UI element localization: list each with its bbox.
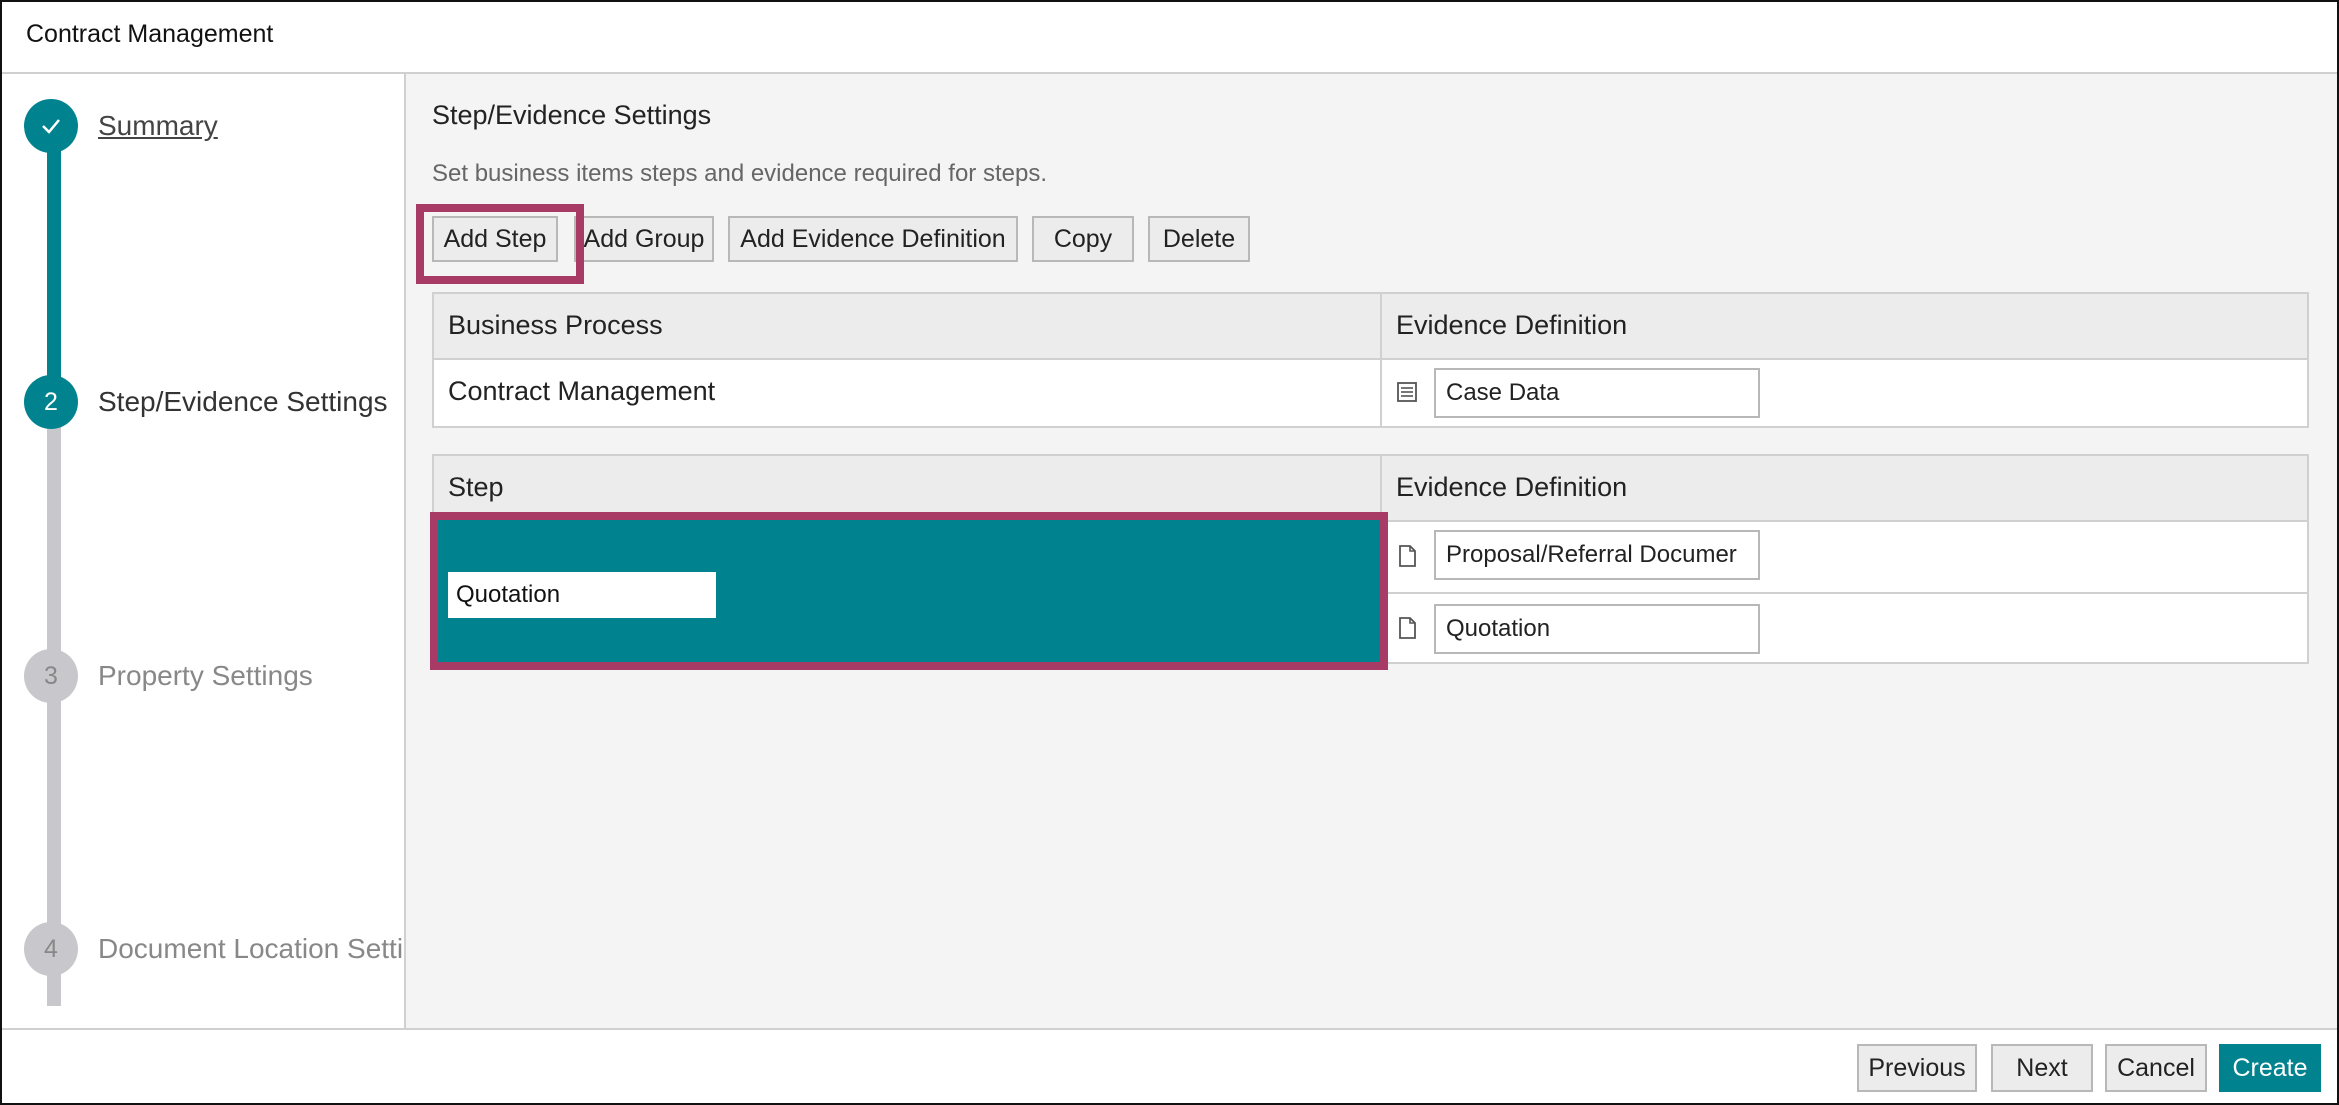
row-divider — [1380, 592, 2307, 594]
wizard-step-step-evidence-settings[interactable]: 2 Step/Evidence Settings — [24, 375, 388, 429]
wizard-step-document-location-settings[interactable]: 4 Document Location Setti — [24, 922, 403, 976]
check-icon — [42, 119, 60, 134]
create-button[interactable]: Create — [2219, 1044, 2321, 1092]
page-description: Set business items steps and evidence re… — [432, 160, 1047, 187]
document-icon — [1399, 617, 1416, 639]
add-evidence-definition-button[interactable]: Add Evidence Definition — [728, 216, 1018, 262]
main-content: Step/Evidence Settings Set business item… — [406, 74, 2337, 1030]
step-table: Step Evidence Definition Proposal/Referr… — [432, 454, 2309, 664]
evidence-definition-field[interactable]: Case Data — [1434, 368, 1760, 418]
wizard-step-label: Property Settings — [98, 660, 313, 691]
wizard-step-label[interactable]: Summary — [98, 110, 218, 142]
wizard-step-property-settings[interactable]: 3 Property Settings — [24, 649, 313, 703]
step-complete-indicator — [24, 99, 78, 153]
evidence-definition-field[interactable]: Proposal/Referral Documer — [1434, 530, 1760, 580]
next-button[interactable]: Next — [1991, 1044, 2093, 1092]
column-divider — [1380, 456, 1382, 662]
wizard-step-label: Document Location Setti — [98, 933, 404, 964]
wizard-progress-rail-complete — [47, 126, 61, 416]
add-step-button[interactable]: Add Step — [432, 216, 558, 262]
business-process-name: Contract Management — [448, 376, 716, 406]
document-icon — [1399, 545, 1416, 567]
title-bar: Contract Management — [2, 2, 2337, 74]
cancel-button[interactable]: Cancel — [2105, 1044, 2207, 1092]
table-header-row — [434, 294, 2307, 360]
business-process-table: Business Process Evidence Definition Con… — [432, 292, 2309, 428]
page-title: Step/Evidence Settings — [432, 100, 712, 130]
evidence-definition-field[interactable]: Quotation — [1434, 604, 1760, 654]
table-header-row — [434, 456, 2307, 522]
add-group-button[interactable]: Add Group — [574, 216, 714, 262]
list-icon — [1397, 382, 1417, 402]
delete-button[interactable]: Delete — [1148, 216, 1250, 262]
dialog-window: Contract Management Summary 2 Step/Evide… — [0, 0, 2339, 1105]
step-number-badge: 3 — [24, 649, 78, 703]
wizard-sidebar: Summary 2 Step/Evidence Settings 3 Prope… — [2, 74, 406, 1030]
dialog-footer: Previous Next Cancel Create — [2, 1028, 2337, 1103]
copy-button[interactable]: Copy — [1032, 216, 1134, 262]
wizard-step-label: Step/Evidence Settings — [98, 386, 388, 417]
step-number-badge: 4 — [24, 922, 78, 976]
column-header-step: Step — [448, 472, 504, 502]
column-header-evidence-definition: Evidence Definition — [1396, 310, 1628, 340]
previous-button[interactable]: Previous — [1857, 1044, 1977, 1092]
column-header-evidence-definition: Evidence Definition — [1396, 472, 1628, 502]
wizard-step-summary[interactable]: Summary — [24, 99, 218, 153]
step-number-badge: 2 — [24, 375, 78, 429]
window-title: Contract Management — [26, 20, 274, 48]
wizard-progress-rail-pending — [47, 416, 61, 1006]
column-divider — [1380, 294, 1382, 426]
step-name-input[interactable] — [448, 572, 716, 618]
column-header-business-process: Business Process — [448, 310, 663, 340]
